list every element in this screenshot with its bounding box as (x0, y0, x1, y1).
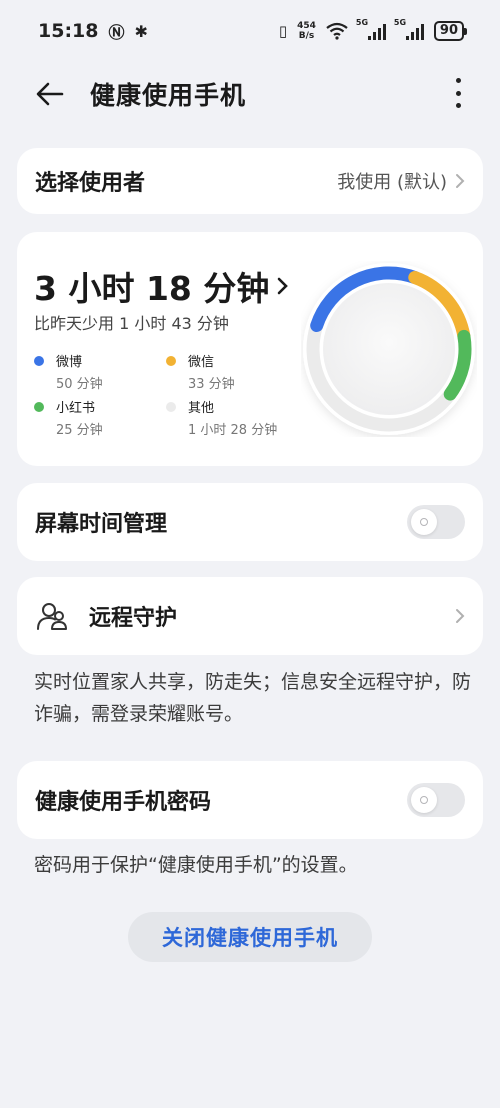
legend-app-name: 小红书 (56, 401, 96, 416)
vibrate-icon: ▯ (278, 22, 288, 40)
legend-app-name: 微信 (188, 355, 215, 370)
legend-dot (34, 402, 44, 412)
nfc-icon: Ⓝ (108, 23, 125, 42)
network-speed-unit: B/s (298, 31, 315, 41)
more-dot-icon (455, 78, 461, 83)
more-dot-icon (455, 90, 461, 96)
remote-guard-chevron-wrap (455, 608, 465, 624)
status-right: ▯ 454 B/s 5G 5G 90 (278, 18, 468, 41)
back-button[interactable] (34, 78, 66, 110)
legend-dot (166, 356, 176, 366)
donut-inner (323, 283, 455, 415)
legend-dot (166, 402, 176, 412)
family-users-icon (37, 603, 67, 630)
page-title: 健康使用手机 (90, 81, 247, 110)
usage-summary-card[interactable]: 3 小时 18 分钟 比昨天少用 1 小时 43 分钟 微博 50 分钟 微信 … (17, 232, 483, 466)
legend-app-duration: 50 分钟 (56, 377, 103, 392)
network-speed-value: 454 (297, 21, 316, 31)
signal-1-label: 5G (355, 18, 369, 27)
password-row[interactable]: 健康使用手机密码 (17, 761, 483, 839)
usage-comparison: 比昨天少用 1 小时 43 分钟 (34, 314, 229, 333)
status-bar: 15:18 Ⓝ ✱ ▯ 454 B/s 5G 5G 90 (0, 0, 500, 62)
bluetooth-icon: ✱ (134, 21, 148, 41)
battery-indicator: 90 (433, 21, 468, 41)
signal-2-label: 5G (393, 18, 407, 27)
screen-time-row[interactable]: 屏幕时间管理 (17, 483, 483, 561)
legend-dot (34, 356, 44, 366)
remote-guard-label: 远程守护 (89, 606, 178, 631)
app-bar: 健康使用手机 (0, 62, 500, 124)
screen-time-label: 屏幕时间管理 (35, 512, 168, 537)
signal-1-icon: 5G (356, 18, 386, 40)
toggle-knob (411, 509, 437, 535)
back-arrow-icon (36, 82, 64, 106)
user-select-row[interactable]: 选择使用者 我使用 (默认) (17, 148, 483, 214)
legend-app-name: 其他 (188, 401, 215, 416)
password-description: 密码用于保护“健康使用手机”的设置。 (34, 854, 358, 876)
legend-app-duration: 33 分钟 (188, 377, 235, 392)
wifi-icon (326, 22, 348, 40)
user-select-value: 我使用 (默认) (337, 172, 447, 193)
legend-app-duration: 1 小时 28 分钟 (188, 423, 278, 438)
status-left: 15:18 Ⓝ ✱ (38, 19, 148, 43)
status-time: 15:18 (38, 20, 99, 42)
legend-app-duration: 25 分钟 (56, 423, 103, 438)
chevron-right-icon (278, 277, 289, 295)
network-speed: 454 B/s (297, 21, 316, 41)
total-usage-time[interactable]: 3 小时 18 分钟 (34, 262, 289, 310)
remote-guard-description: 实时位置家人共享，防走失；信息安全远程守护，防诈骗，需登录荣耀账号。 (34, 671, 472, 725)
more-options-button[interactable] (448, 76, 468, 110)
password-label: 健康使用手机密码 (35, 790, 212, 815)
user-select-value-wrap: 我使用 (默认) (337, 168, 465, 194)
user-select-label: 选择使用者 (35, 171, 146, 196)
chevron-right-icon (456, 174, 465, 188)
legend-app-name: 微博 (56, 355, 83, 370)
password-toggle[interactable] (407, 783, 465, 817)
usage-donut-chart (303, 263, 475, 435)
screen-time-toggle[interactable] (407, 505, 465, 539)
chevron-right-icon (456, 609, 465, 623)
total-usage-value: 3 小时 18 分钟 (34, 269, 270, 308)
more-dot-icon (455, 103, 461, 108)
signal-2-icon: 5G (394, 18, 424, 40)
toggle-knob (411, 787, 437, 813)
remote-guard-row[interactable]: 远程守护 (17, 577, 483, 655)
close-healthy-usage-button[interactable]: 关闭健康使用手机 (128, 912, 372, 962)
